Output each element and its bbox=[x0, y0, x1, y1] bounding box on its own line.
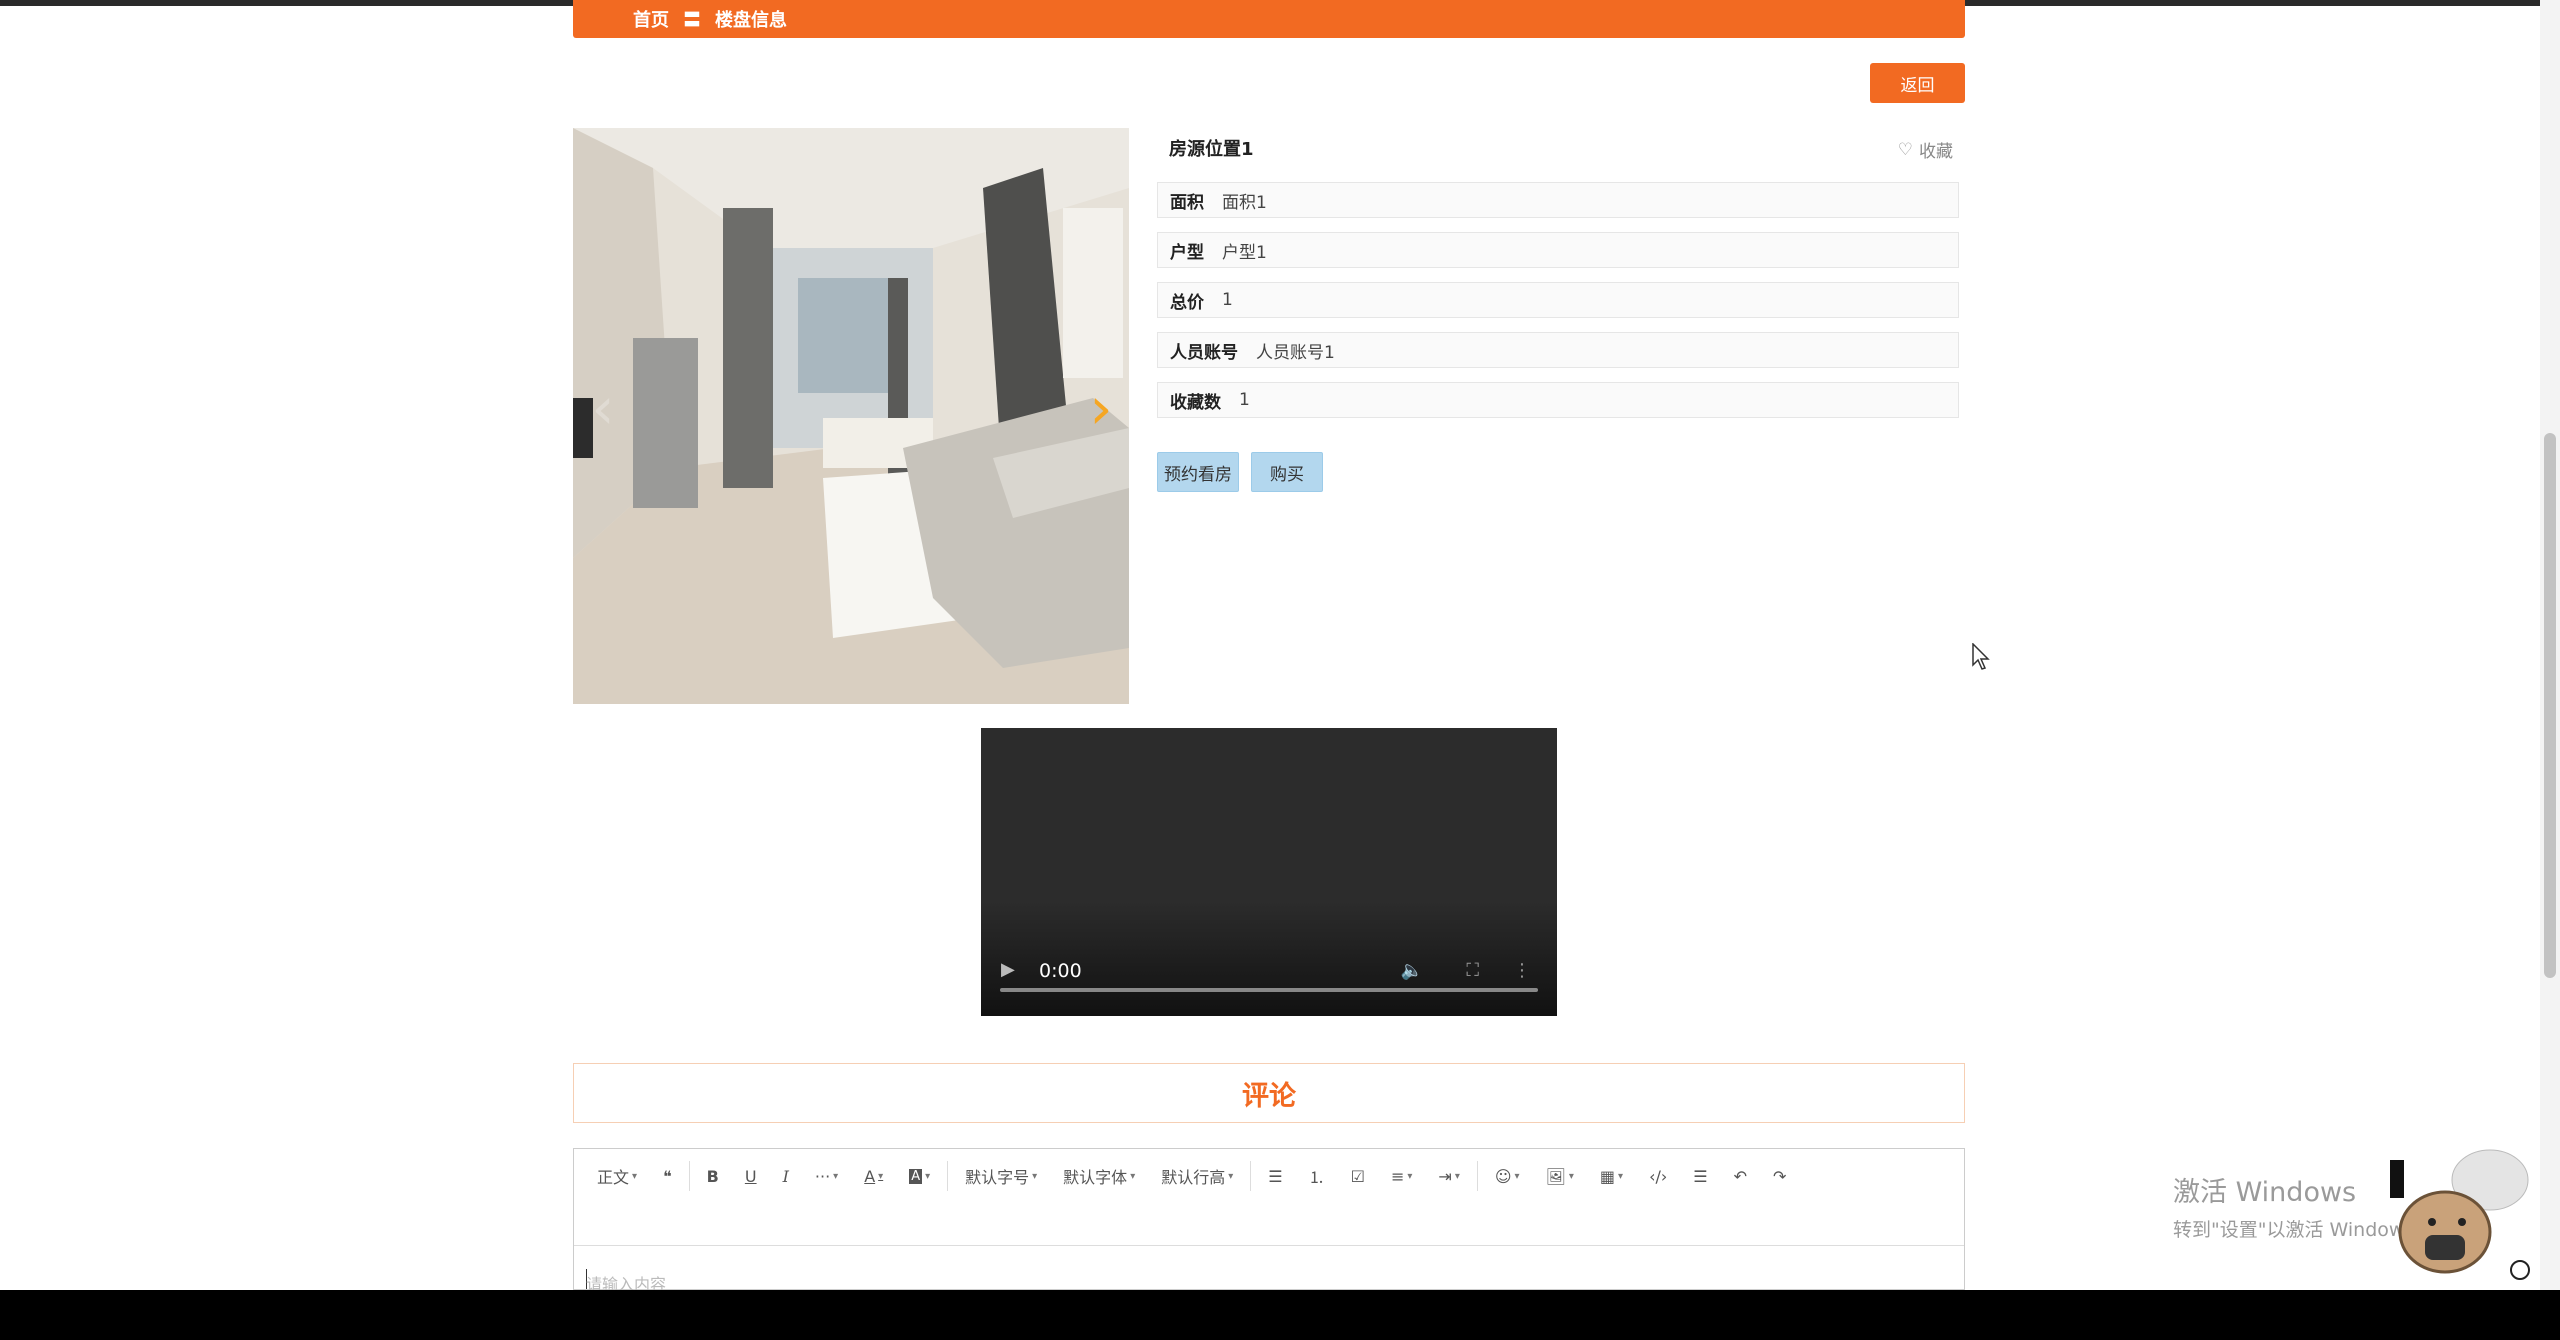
breadcrumb-home[interactable]: 首页 bbox=[633, 6, 669, 32]
table-icon[interactable]: ▦ ▾ bbox=[1587, 1155, 1636, 1197]
editor-placeholder[interactable]: 请输入内容 bbox=[586, 1271, 666, 1290]
heart-icon: ♡ bbox=[1897, 139, 1913, 160]
bulleted-list-icon[interactable]: ☰ bbox=[1255, 1155, 1295, 1197]
field-label: 人员账号 bbox=[1170, 342, 1238, 363]
bold-icon[interactable]: B bbox=[694, 1155, 732, 1197]
toolbar-divider bbox=[947, 1161, 949, 1191]
line-height-label: 默认行高 bbox=[1161, 1168, 1226, 1187]
code-icon[interactable]: ‹/› bbox=[1636, 1155, 1680, 1197]
house-title: 房源位置1 bbox=[1169, 139, 1254, 160]
image-carousel[interactable]: ‹ › bbox=[573, 128, 1129, 704]
editor-toolbar: 正文 ▾ ❝ B U I ··· ▾ A ▾ A ▾ 默认字号 ▾ 默认字体 ▾ 默认行高 ▾… bbox=[574, 1149, 1964, 1246]
breadcrumb-separator: 〓 bbox=[683, 10, 701, 31]
play-icon[interactable]: ▶ bbox=[1001, 959, 1015, 980]
field-favorite-count: 收藏数 1 bbox=[1157, 382, 1959, 418]
quote-icon[interactable]: ❝ bbox=[650, 1155, 685, 1197]
font-size-label: 默认字号 bbox=[965, 1168, 1030, 1187]
taskbar bbox=[0, 1290, 2560, 1340]
emoji-icon[interactable]: ☺ ▾ bbox=[1482, 1155, 1533, 1197]
caret-down-icon: ▾ bbox=[1130, 1170, 1136, 1182]
video-player[interactable]: ▶ 0:00 🔈 ⛶ ⋮ bbox=[981, 728, 1557, 1016]
video-progress-bar[interactable] bbox=[1000, 988, 1538, 992]
caret-down-icon: ▾ bbox=[1228, 1170, 1234, 1182]
field-layout: 户型 户型1 bbox=[1157, 232, 1959, 268]
highlight-a-glyph: A bbox=[909, 1168, 923, 1184]
field-value: 面积1 bbox=[1222, 192, 1267, 213]
house-info-panel: 房源位置1 ♡ 收藏 面积 面积1 户型 户型1 总价 1 人员账号 人员账号1… bbox=[1157, 128, 1959, 492]
toolbar-divider bbox=[1250, 1161, 1252, 1191]
breadcrumb-current: 楼盘信息 bbox=[715, 10, 787, 31]
house-actions: 预约看房 购买 bbox=[1157, 452, 1959, 492]
toolbar-divider bbox=[688, 1161, 690, 1191]
caret-down-icon: ▾ bbox=[833, 1170, 839, 1182]
field-label: 面积 bbox=[1170, 192, 1204, 213]
caret-down-icon: ▾ bbox=[1407, 1170, 1413, 1182]
underline-icon[interactable]: U bbox=[732, 1155, 770, 1197]
buy-button[interactable]: 购买 bbox=[1251, 452, 1323, 492]
field-total-price: 总价 1 bbox=[1157, 282, 1959, 318]
vertical-scrollbar[interactable] bbox=[2540, 0, 2560, 1290]
field-label: 收藏数 bbox=[1170, 392, 1221, 413]
toolbar-divider bbox=[1476, 1161, 1478, 1191]
desktop-pet-dogs bbox=[2390, 1149, 2530, 1280]
undo-icon[interactable]: ↶ bbox=[1721, 1155, 1760, 1197]
background-color-icon[interactable]: A ▾ bbox=[896, 1155, 943, 1197]
rich-text-editor[interactable]: 正文 ▾ ❝ B U I ··· ▾ A ▾ A ▾ 默认字号 ▾ 默认字体 ▾ 默认行高 ▾… bbox=[573, 1148, 1965, 1290]
house-title-row: 房源位置1 ♡ 收藏 bbox=[1157, 128, 1959, 168]
chevron-left-icon[interactable]: ‹ bbox=[583, 378, 623, 438]
font-family-label: 默认字体 bbox=[1063, 1168, 1128, 1187]
favorite-label: 收藏 bbox=[1919, 142, 1953, 162]
more-styles-icon[interactable]: ··· ▾ bbox=[802, 1155, 851, 1197]
line-height-select[interactable]: 默认行高 ▾ bbox=[1148, 1155, 1246, 1197]
caret-down-icon: ▾ bbox=[925, 1170, 931, 1182]
font-color-icon[interactable]: A ▾ bbox=[851, 1155, 896, 1197]
divider-line-icon[interactable]: ☰ bbox=[1680, 1155, 1720, 1197]
redo-icon[interactable]: ↷ bbox=[1760, 1155, 1799, 1197]
room-photo bbox=[573, 128, 1129, 704]
field-value: 户型1 bbox=[1222, 242, 1267, 263]
caret-down-icon: ▾ bbox=[1454, 1170, 1460, 1182]
caret-down-icon: ▾ bbox=[1618, 1170, 1624, 1182]
page-viewport: 首页 〓 楼盘信息 返回 ‹ › 房源位置1 ♡ 收藏 面积 面积1 户型 户型… bbox=[0, 0, 2560, 1290]
volume-icon[interactable]: 🔈 bbox=[1401, 960, 1423, 981]
numbered-list-icon[interactable]: ⒈ bbox=[1296, 1155, 1338, 1197]
field-label: 总价 bbox=[1170, 292, 1204, 313]
breadcrumb: 首页 〓 楼盘信息 bbox=[573, 0, 1965, 38]
video-time: 0:00 bbox=[1039, 960, 1082, 982]
scrollbar-thumb[interactable] bbox=[2544, 433, 2556, 978]
field-value: 1 bbox=[1222, 290, 1233, 310]
font-family-select[interactable]: 默认字体 ▾ bbox=[1050, 1155, 1148, 1197]
back-button[interactable]: 返回 bbox=[1870, 63, 1965, 103]
favorite-button[interactable]: ♡ 收藏 bbox=[1897, 137, 1953, 163]
font-size-select[interactable]: 默认字号 ▾ bbox=[952, 1155, 1050, 1197]
caret-down-icon: ▾ bbox=[878, 1170, 884, 1182]
field-value: 人员账号1 bbox=[1256, 342, 1335, 363]
paragraph-select[interactable]: 正文 ▾ bbox=[584, 1155, 650, 1197]
field-staff-account: 人员账号 人员账号1 bbox=[1157, 332, 1959, 368]
comments-title: 评论 bbox=[573, 1063, 1965, 1123]
book-viewing-button[interactable]: 预约看房 bbox=[1157, 452, 1239, 492]
mouse-cursor-icon bbox=[1972, 643, 1990, 670]
caret-down-icon: ▾ bbox=[1568, 1170, 1574, 1182]
caret-down-icon: ▾ bbox=[632, 1170, 638, 1182]
indent-icon[interactable]: ⇥ ▾ bbox=[1425, 1155, 1472, 1197]
italic-icon[interactable]: I bbox=[770, 1155, 802, 1197]
caret-down-icon: ▾ bbox=[1032, 1170, 1038, 1182]
chevron-right-icon[interactable]: › bbox=[1081, 378, 1121, 438]
align-icon[interactable]: ≡ ▾ bbox=[1378, 1155, 1425, 1197]
field-value: 1 bbox=[1239, 390, 1250, 410]
caret-down-icon: ▾ bbox=[1514, 1170, 1520, 1182]
image-icon[interactable]: 🖼 ▾ bbox=[1533, 1155, 1587, 1197]
field-area: 面积 面积1 bbox=[1157, 182, 1959, 218]
todo-checkbox-icon[interactable]: ☑ bbox=[1338, 1155, 1378, 1197]
paragraph-label: 正文 bbox=[597, 1168, 630, 1187]
fullscreen-icon[interactable]: ⛶ bbox=[1466, 960, 1479, 981]
field-label: 户型 bbox=[1170, 242, 1204, 263]
more-options-icon[interactable]: ⋮ bbox=[1513, 960, 1531, 981]
